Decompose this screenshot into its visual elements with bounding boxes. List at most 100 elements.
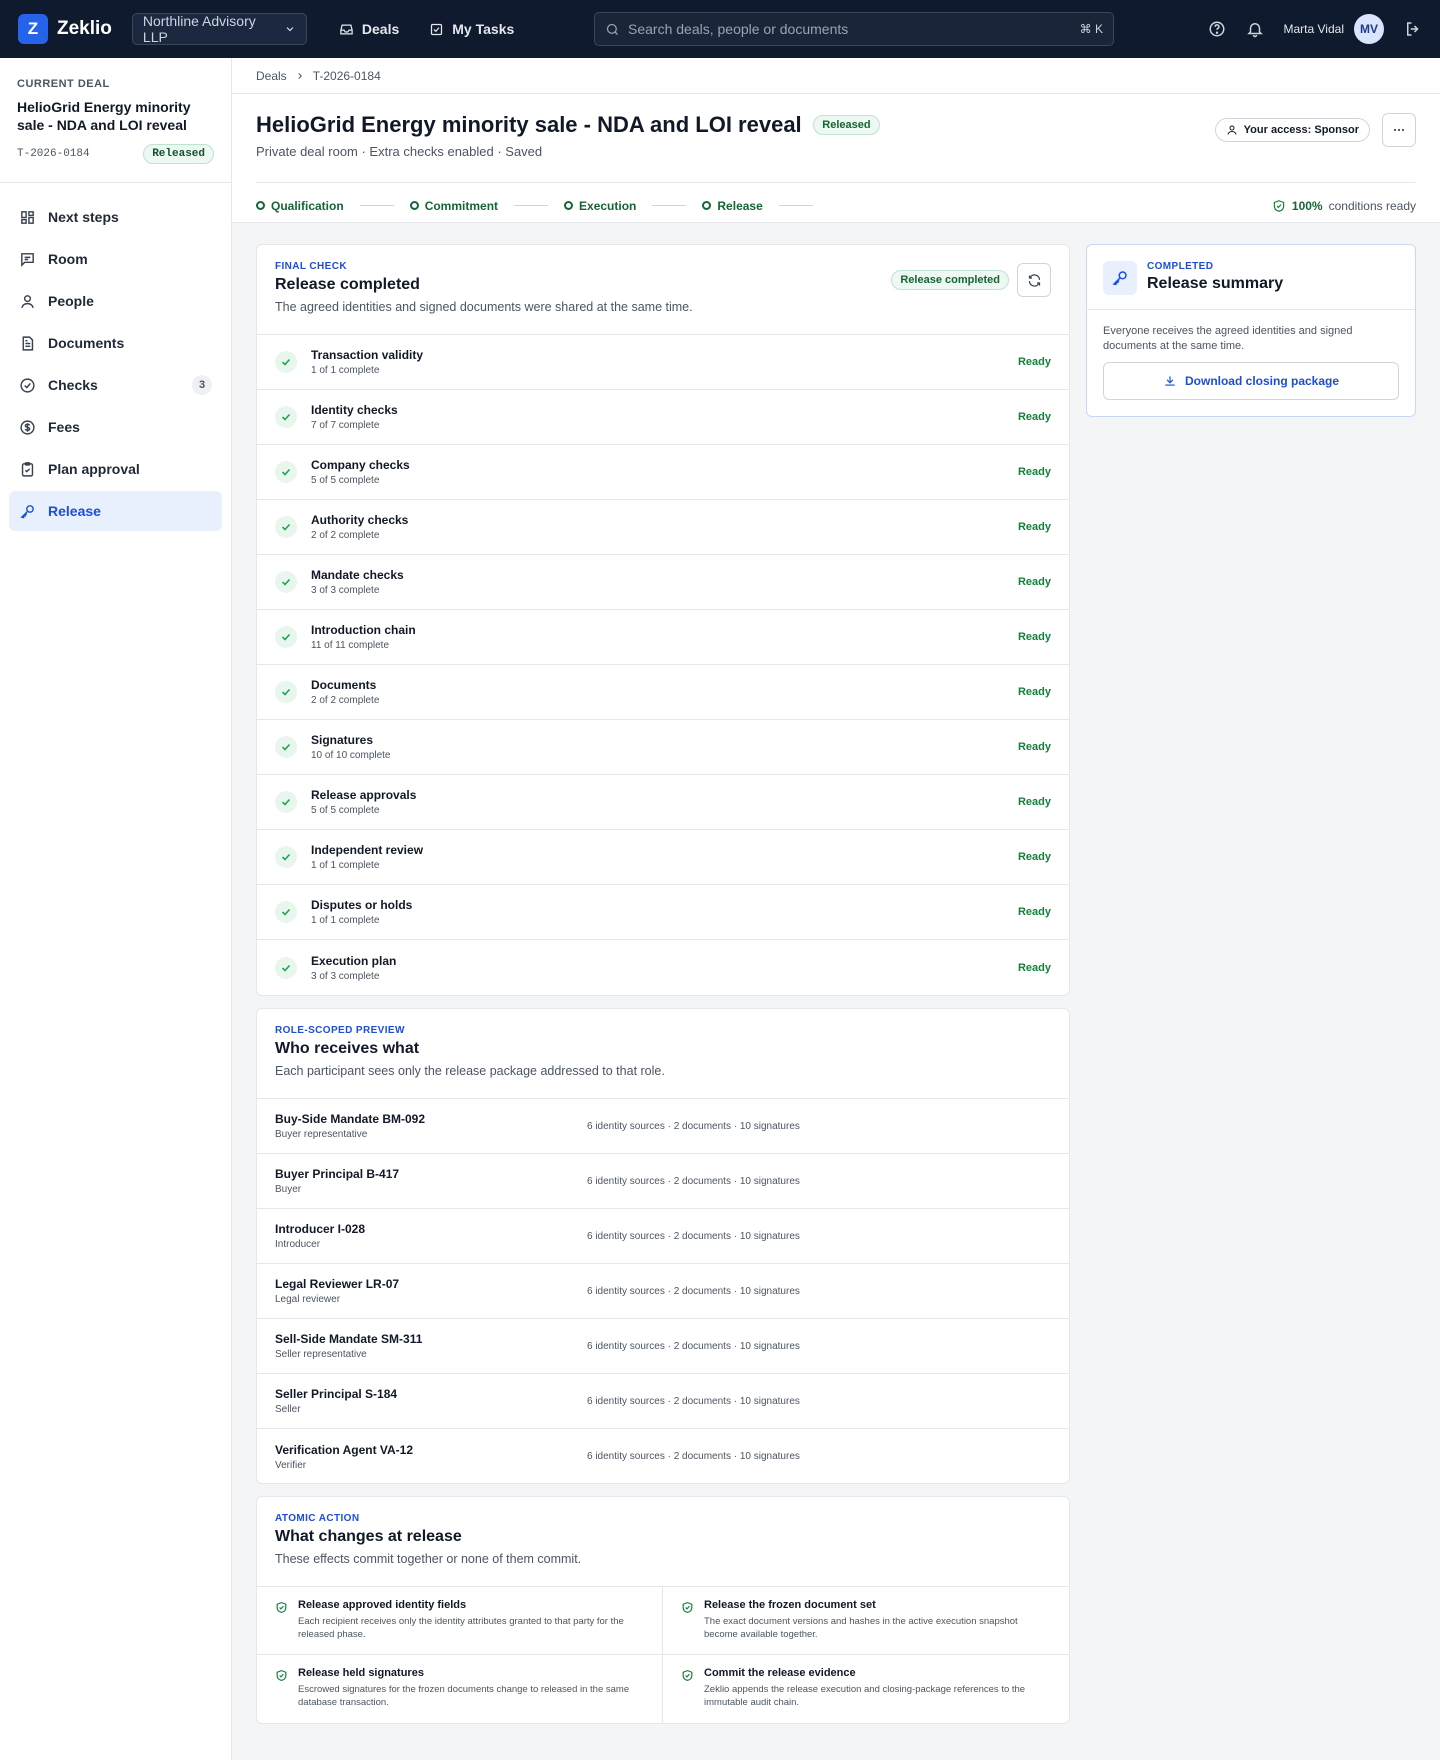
more-actions-button[interactable] [1382, 113, 1416, 147]
help-icon[interactable] [1208, 20, 1226, 38]
check-status: Ready [1017, 686, 1051, 698]
sidebar-item-next-steps[interactable]: Next steps [9, 197, 222, 237]
step-qualification[interactable]: Qualification [256, 199, 344, 213]
current-deal-panel: CURRENT DEAL HelioGrid Energy minority s… [0, 58, 231, 183]
org-name: Northline Advisory LLP [142, 13, 256, 45]
shield-check-icon [682, 1601, 693, 1613]
search-input[interactable]: Search deals, people or documents ⌘ K [594, 12, 1114, 46]
sidebar-item-plan-approval[interactable]: Plan approval [9, 449, 222, 489]
top-right-tools: Marta Vidal MV [1208, 0, 1422, 58]
sidebar-item-people[interactable]: People [9, 281, 222, 321]
check-row[interactable]: Mandate checks 3 of 3 complete Ready [257, 555, 1069, 610]
recipient-role: Buyer [275, 1184, 302, 1195]
nav-deals[interactable]: Deals [339, 21, 399, 37]
check-title: Mandate checks [311, 568, 404, 582]
step-label: Execution [579, 198, 637, 213]
recipient-summary: 6 identity sources · 2 documents · 10 si… [587, 1120, 800, 1132]
key-icon [1112, 271, 1127, 286]
download-closing-package-button[interactable]: Download closing package [1103, 362, 1399, 400]
check-icon [275, 681, 297, 703]
check-row[interactable]: Independent review 1 of 1 complete Ready [257, 830, 1069, 885]
check-row[interactable]: Release approvals 5 of 5 complete Ready [257, 775, 1069, 830]
check-row[interactable]: Authority checks 2 of 2 complete Ready [257, 500, 1069, 555]
check-progress: 2 of 2 complete [311, 695, 380, 706]
app-logo[interactable]: Z [18, 14, 48, 44]
recipient-row[interactable]: Sell-Side Mandate SM-311 Seller represent… [257, 1319, 1069, 1374]
step-connector [652, 205, 687, 206]
recipient-name: Buyer Principal B-417 [275, 1167, 400, 1181]
check-status: Ready [1017, 466, 1051, 478]
release-summary-card: COMPLETED Release summary Everyone recei… [1086, 244, 1416, 417]
check-status: Ready [1017, 906, 1051, 918]
sidebar-item-label: Checks [48, 377, 98, 393]
shield-check-icon [682, 1669, 693, 1681]
check-row[interactable]: Documents 2 of 2 complete Ready [257, 665, 1069, 720]
nav-my-tasks[interactable]: My Tasks [429, 21, 514, 37]
sidebar-item-checks[interactable]: Checks 3 [9, 365, 222, 405]
person-icon [1227, 125, 1237, 135]
download-label: Download closing package [1184, 374, 1340, 388]
check-title: Disputes or holds [311, 898, 413, 912]
recipient-summary: 6 identity sources · 2 documents · 10 si… [587, 1285, 800, 1297]
person-icon [21, 294, 34, 308]
breadcrumb-deals[interactable]: Deals [256, 69, 287, 83]
atomic-eyebrow: ATOMIC ACTION [275, 1513, 360, 1524]
recipient-row[interactable]: Buy-Side Mandate BM-092 Buyer representat… [257, 1099, 1069, 1154]
top-bar: Z Zeklio Northline Advisory LLP Deals My… [0, 0, 1440, 58]
sidebar-item-documents[interactable]: Documents [9, 323, 222, 363]
org-select[interactable]: Northline Advisory LLP [131, 13, 307, 45]
check-row[interactable]: Company checks 5 of 5 complete Ready [257, 445, 1069, 500]
check-icon [275, 571, 297, 593]
check-status: Ready [1017, 796, 1051, 808]
check-status: Ready [1017, 521, 1051, 533]
check-row[interactable]: Identity checks 7 of 7 complete Ready [257, 390, 1069, 445]
grid-icon [21, 210, 34, 224]
current-deal-status: Released [143, 144, 214, 164]
recipient-summary: 6 identity sources · 2 documents · 10 si… [587, 1451, 800, 1462]
recipient-name: Legal Reviewer LR-07 [275, 1277, 400, 1291]
step-done-icon [564, 201, 574, 210]
recipient-row[interactable]: Seller Principal S-184 Seller 6 identity s… [257, 1374, 1069, 1429]
recipient-row[interactable]: Introducer I-028 Introducer 6 identity sou… [257, 1209, 1069, 1264]
check-title: Identity checks [311, 403, 398, 417]
check-icon [275, 516, 297, 538]
step-commitment[interactable]: Commitment [409, 199, 498, 213]
logout-icon[interactable] [1404, 20, 1422, 38]
recipient-summary: 6 identity sources · 2 documents · 10 si… [587, 1395, 800, 1407]
bell-icon[interactable] [1246, 20, 1264, 38]
recipient-role: Seller representative [275, 1349, 367, 1360]
step-release[interactable]: Release [702, 199, 763, 213]
access-label: Your access: Sponsor [1243, 124, 1359, 136]
check-icon [275, 846, 297, 868]
recipient-row[interactable]: Buyer Principal B-417 Buyer 6 identity sou… [257, 1154, 1069, 1209]
step-done-icon [702, 201, 712, 210]
effect-title: Release held signatures [298, 1667, 424, 1679]
conditions-label: conditions ready [1328, 198, 1416, 213]
check-row[interactable]: Introduction chain 11 of 11 complete Ready [257, 610, 1069, 665]
check-circle-icon [20, 377, 35, 393]
refresh-button[interactable] [1017, 263, 1051, 297]
search-shortcut: ⌘ K [1079, 22, 1103, 36]
sidebar-item-fees[interactable]: Fees [9, 407, 222, 447]
sidebar-item-release[interactable]: Release [9, 491, 222, 531]
recipient-role: Buyer representative [275, 1129, 368, 1140]
step-execution[interactable]: Execution [564, 199, 636, 213]
user-name: Marta Vidal [1283, 22, 1344, 36]
recipient-row[interactable]: Verification Agent VA-12 Verifier 6 identi… [257, 1429, 1069, 1483]
check-row[interactable]: Signatures 10 of 10 complete Ready [257, 720, 1069, 775]
check-icon [275, 791, 297, 813]
check-row[interactable]: Execution plan 3 of 3 complete Ready [257, 940, 1069, 995]
recipient-row[interactable]: Legal Reviewer LR-07 Legal reviewer 6 iden… [257, 1264, 1069, 1319]
access-badge: Your access: Sponsor [1214, 118, 1370, 142]
sidebar-item-label: Next steps [48, 209, 119, 225]
check-status: Ready [1017, 851, 1051, 863]
check-row[interactable]: Transaction validity 1 of 1 complete Ready [257, 335, 1069, 390]
more-horizontal-icon [1393, 128, 1405, 132]
nav-deals-label: Deals [361, 21, 400, 37]
sidebar-item-room[interactable]: Room [9, 239, 222, 279]
clipboard-icon [21, 461, 34, 477]
recipient-list: Buy-Side Mandate BM-092 Buyer representat… [257, 1099, 1069, 1483]
avatar[interactable]: MV [1354, 14, 1384, 44]
sidebar-item-label: Release [48, 503, 101, 519]
check-row[interactable]: Disputes or holds 1 of 1 complete Ready [257, 885, 1069, 940]
